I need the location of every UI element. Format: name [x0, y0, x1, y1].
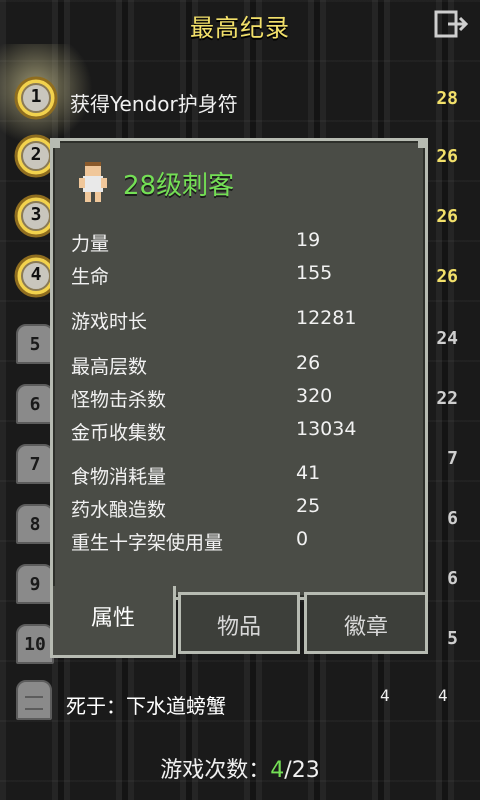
rogue-hero-icon: [79, 162, 107, 202]
tombstone-icon: [16, 680, 52, 720]
record-text: 获得Yendor护身符: [70, 92, 238, 116]
stat-row-health: 生命 155: [71, 262, 411, 290]
dialog-panel: 28级刺客 力量 19 生命 155 游戏时长 12281 最高层数 26 怪物…: [50, 138, 428, 600]
death-level: 4: [380, 686, 390, 705]
tombstone-icon: 10: [16, 624, 54, 664]
stat-row-max-depth: 最高层数 26: [71, 352, 411, 380]
record-level: 22: [436, 388, 458, 409]
stat-value: 12281: [296, 307, 357, 329]
record-level: 7: [447, 448, 458, 469]
stat-value: 19: [296, 229, 321, 251]
stat-label: 食物消耗量: [71, 466, 167, 488]
stat-value: 320: [296, 385, 333, 407]
panel-corner: [50, 138, 60, 148]
tombstone-icon: 6: [16, 384, 54, 424]
record-rank: 8: [29, 514, 41, 535]
tombstone-icon: 7: [16, 444, 54, 484]
stat-row-food: 食物消耗量 41: [71, 462, 411, 490]
page-title: 最高纪录: [190, 14, 290, 42]
stat-value: 26: [296, 352, 321, 374]
tab-stats[interactable]: 属性: [50, 586, 176, 658]
stat-label: 怪物击杀数: [71, 389, 167, 411]
stat-label: 药水酿造数: [71, 499, 167, 521]
tombstone-icon: 8: [16, 504, 54, 544]
stat-label: 金币收集数: [71, 422, 167, 444]
stat-value: 25: [296, 495, 321, 517]
tab-badges[interactable]: 徽章: [304, 592, 428, 654]
record-rank: 9: [29, 574, 41, 595]
stat-row-potions: 药水酿造数 25: [71, 495, 411, 523]
death-cause: 死于：下水道螃蟹: [66, 694, 226, 718]
record-level: 26: [436, 266, 458, 287]
tab-label: 徽章: [343, 615, 388, 640]
tab-label: 物品: [216, 615, 261, 640]
record-rank: 10: [24, 634, 46, 655]
tombstone-icon: 5: [16, 324, 54, 364]
stat-row-ankhs: 重生十字架使用量 0: [71, 528, 411, 556]
stat-value: 155: [296, 262, 333, 284]
record-row-1[interactable]: 1 获得Yendor护身符 28: [0, 76, 480, 132]
stat-row-gold: 金币收集数 13034: [71, 418, 411, 446]
record-rank: 6: [29, 394, 41, 415]
tombstone-icon: 9: [16, 564, 54, 604]
death-level-secondary: 4: [438, 686, 448, 705]
stat-row-kills: 怪物击杀数 320: [71, 385, 411, 413]
tab-label: 属性: [90, 606, 135, 631]
games-label: 游戏次数：: [160, 758, 271, 783]
games-current: 4: [270, 758, 285, 783]
games-total: /23: [284, 758, 320, 783]
tab-items[interactable]: 物品: [178, 592, 300, 654]
record-level: 26: [436, 146, 458, 167]
gold-badge-icon: 1: [14, 76, 58, 120]
stat-label: 力量: [71, 233, 110, 255]
stat-value: 0: [296, 528, 309, 550]
stat-value: 41: [296, 462, 321, 484]
record-level: 6: [447, 508, 458, 529]
record-rank: 5: [29, 334, 41, 355]
stat-label: 游戏时长: [71, 311, 148, 333]
death-row[interactable]: 死于：下水道螃蟹 4 4: [0, 674, 480, 734]
hero-details-dialog: 28级刺客 力量 19 生命 155 游戏时长 12281 最高层数 26 怪物…: [50, 138, 428, 660]
hero-title: 28级刺客: [123, 171, 235, 201]
games-played: 游戏次数：4/23: [0, 752, 480, 784]
stat-label: 重生十字架使用量: [71, 532, 224, 554]
record-level: 6: [447, 568, 458, 589]
panel-corner: [418, 138, 428, 148]
stat-value: 13034: [296, 418, 357, 440]
stat-row-playtime: 游戏时长 12281: [71, 307, 411, 335]
exit-icon: [434, 10, 469, 38]
record-rank: 7: [29, 454, 41, 475]
stat-row-strength: 力量 19: [71, 229, 411, 257]
record-level: 26: [436, 206, 458, 227]
exit-button[interactable]: [434, 10, 470, 38]
record-level: 24: [436, 328, 458, 349]
stat-label: 最高层数: [71, 356, 148, 378]
record-level: 5: [447, 628, 458, 649]
record-rank: 1: [30, 86, 42, 107]
dialog-tabs: 属性 物品 徽章: [50, 586, 428, 662]
record-level: 28: [436, 88, 458, 109]
stat-label: 生命: [71, 266, 110, 288]
